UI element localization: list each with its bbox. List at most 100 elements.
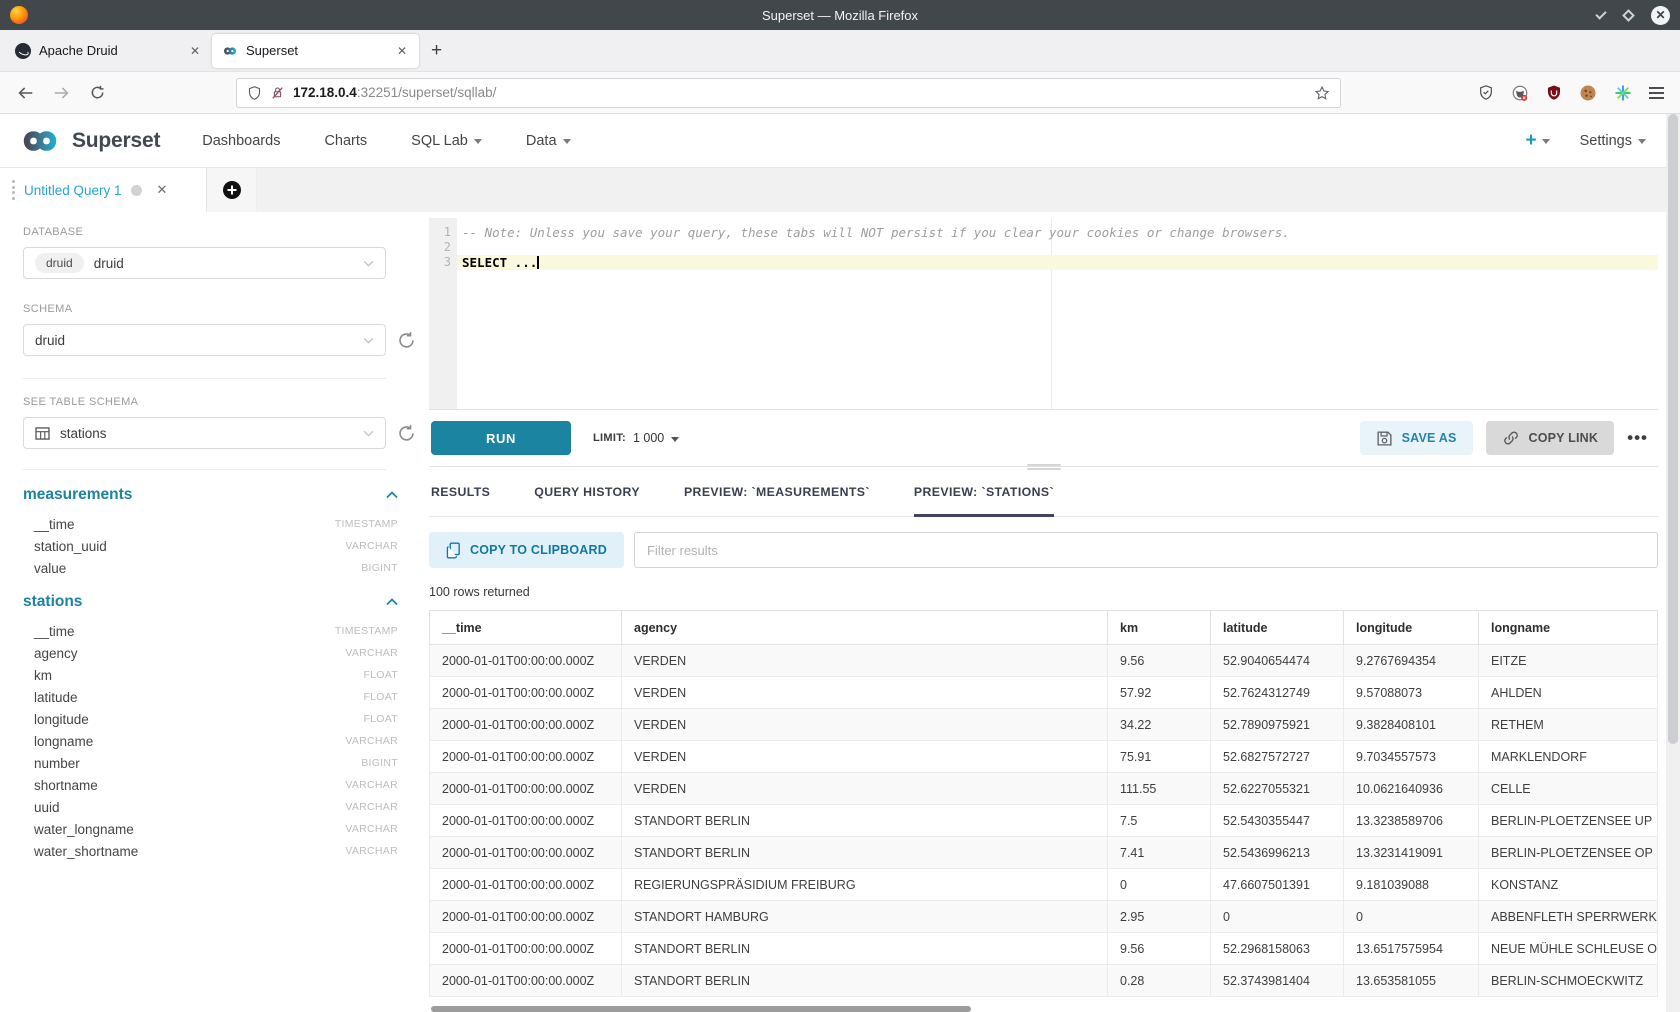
grid-header-km[interactable]: km [1108,611,1211,645]
chevron-up-icon[interactable] [386,598,398,606]
window-titlebar: Superset — Mozilla Firefox ✕ [0,0,1680,30]
superset-brand[interactable]: Superset [14,125,160,157]
grid-cell: MARKLENDORF [1479,741,1658,773]
copy-link-button[interactable]: COPY LINK [1486,421,1615,455]
horizontal-scrollbar[interactable] [431,1006,971,1012]
navbar-item-data[interactable]: Data [526,133,571,149]
page-scrollbar[interactable] [1666,114,1680,1012]
tab-close-icon[interactable]: ✕ [188,44,202,58]
results-tab-0[interactable]: RESULTS [431,467,490,516]
grid-cell: 13.653581055 [1344,965,1479,997]
text-cursor [537,256,539,269]
column-type: VARCHAR [345,735,398,747]
query-tab-active[interactable]: Untitled Query 1 ✕ [0,168,207,212]
grid-cell: CELLE [1479,773,1658,805]
window-minimize-icon[interactable] [1595,8,1606,19]
grid-header-__time[interactable]: __time [430,611,622,645]
results-grid: __timeagencykmlatitudelongitudelongname … [429,610,1658,997]
tracking-shield-icon[interactable] [247,85,262,101]
navbar-add-button[interactable]: + [1525,130,1549,152]
navbar-item-dashboards[interactable]: Dashboards [202,133,280,149]
column-type: VARCHAR [345,845,398,857]
schema-select[interactable]: druid [23,324,386,356]
column-type: VARCHAR [345,540,398,552]
tab-close-icon[interactable]: ✕ [395,44,409,58]
query-tab-close-icon[interactable]: ✕ [157,182,168,198]
grid-header-longname[interactable]: longname [1479,611,1658,645]
results-tab-3[interactable]: PREVIEW: `STATIONS` [914,467,1054,516]
refresh-table-icon[interactable] [397,424,416,443]
refresh-schema-icon[interactable] [397,331,416,350]
url-text[interactable]: 172.18.0.4:32251/superset/sqllab/ [293,85,1306,100]
caret-down-icon [1542,139,1550,144]
grid-cell: ABBENFLETH SPERRWERK [1479,901,1658,933]
table-row: 2000-01-01T00:00:00.000ZSTANDORT HAMBURG… [430,901,1658,933]
extension-spark-icon[interactable] [1614,84,1632,102]
browser-tab-apache-druid[interactable]: Apache Druid ✕ [5,34,212,68]
grid-header-longitude[interactable]: longitude [1344,611,1479,645]
ublock-icon[interactable] [1546,84,1562,101]
column-name: water_longname [34,822,134,837]
grid-cell: 2000-01-01T00:00:00.000Z [430,805,622,837]
save-icon [1376,430,1393,447]
navbar-item-label: SQL Lab [411,133,468,149]
schema-label: SCHEMA [23,303,423,315]
browser-tab-superset[interactable]: Superset ✕ [212,34,419,68]
scrollbar-thumb[interactable] [1668,114,1678,744]
copy-to-clipboard-button[interactable]: COPY TO CLIPBOARD [429,532,624,568]
column-row: station_uuidVARCHAR [23,535,398,557]
column-name: km [34,668,52,683]
window-close-button[interactable]: ✕ [1651,6,1670,25]
column-row: uuidVARCHAR [23,796,398,818]
grid-cell: 13.6517575954 [1344,933,1479,965]
navbar-item-sql-lab[interactable]: SQL Lab [411,133,482,149]
table-section-stations[interactable]: stations [23,593,398,611]
column-name: longname [34,734,93,749]
browser-tabstrip: Apache Druid ✕ Superset ✕ + [0,30,1680,72]
drag-dots-icon[interactable] [12,180,15,200]
table-select[interactable]: stations [23,417,386,449]
results-tab-2[interactable]: PREVIEW: `MEASUREMENTS` [684,467,870,516]
grid-header-latitude[interactable]: latitude [1211,611,1344,645]
bookmark-star-icon[interactable] [1314,85,1330,101]
window-maximize-icon[interactable] [1622,9,1635,22]
column-type: VARCHAR [345,779,398,791]
grid-header-agency[interactable]: agency [622,611,1108,645]
grid-cell: 2000-01-01T00:00:00.000Z [430,869,622,901]
more-menu-button[interactable]: ••• [1627,428,1648,448]
table-section-measurements[interactable]: measurements [23,486,398,504]
column-type: VARCHAR [345,647,398,659]
editor-code-area[interactable]: -- Note: Unless you save your query, the… [457,218,1658,409]
navbar-settings[interactable]: Settings [1580,133,1646,149]
forward-button[interactable] [46,78,76,108]
new-tab-button[interactable]: + [419,40,454,62]
run-button[interactable]: RUN [431,421,571,455]
pocket-shield-icon[interactable] [1478,84,1494,101]
database-select[interactable]: druid druid [23,247,386,279]
new-query-tab-button[interactable] [207,168,257,212]
insecure-lock-icon[interactable] [270,85,285,101]
back-button[interactable] [10,78,40,108]
results-pane: RESULTS QUERY HISTORY PREVIEW: `MEASUREMEN… [429,466,1658,1012]
reload-button[interactable] [82,78,112,108]
chevron-up-icon[interactable] [386,491,398,499]
container-mask-icon[interactable] [1511,84,1529,102]
url-bar[interactable]: 172.18.0.4:32251/superset/sqllab/ [236,78,1341,108]
save-as-button[interactable]: SAVE AS [1360,421,1473,455]
results-tab-1[interactable]: QUERY HISTORY [534,467,640,516]
filter-results-input[interactable] [634,532,1658,568]
grid-cell: 9.7034557573 [1344,741,1479,773]
column-row: kmFLOAT [23,664,398,686]
menu-hamburger-icon[interactable] [1649,84,1664,102]
navbar-items: Dashboards Charts SQL Lab Data [202,133,570,149]
cookie-icon[interactable] [1579,84,1597,102]
editor-toolbar: RUN LIMIT: 1 000 SAVE AS COPY LINK ••• [429,410,1658,466]
grid-cell: 2000-01-01T00:00:00.000Z [430,709,622,741]
grid-cell: 0.28 [1108,965,1211,997]
grid-cell: 10.0621640936 [1344,773,1479,805]
limit-dropdown[interactable]: LIMIT: 1 000 [593,431,679,445]
navbar-item-charts[interactable]: Charts [324,133,367,149]
plus-circle-icon [222,180,242,200]
column-name: water_shortname [34,844,138,859]
sql-editor[interactable]: 123 -- Note: Unless you save your query,… [429,218,1658,410]
